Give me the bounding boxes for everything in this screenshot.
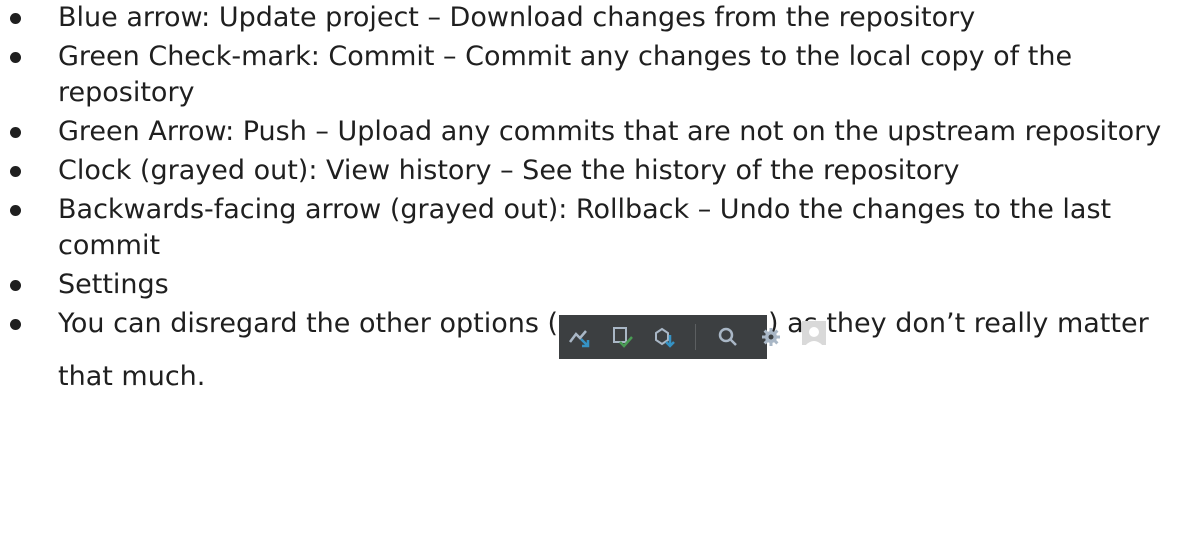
list-item: Green Check-mark: Commit – Commit any ch… bbox=[0, 39, 1198, 111]
bullet-dot bbox=[10, 166, 21, 177]
list-item: Settings bbox=[0, 267, 1198, 303]
push-arrow-icon bbox=[652, 315, 676, 359]
vcs-update-arrow-icon bbox=[567, 315, 591, 359]
bullet-dot bbox=[10, 127, 21, 138]
list-item: Blue arrow: Update project – Download ch… bbox=[0, 0, 1198, 36]
item-text: Backwards-facing arrow (grayed out): Rol… bbox=[58, 194, 1112, 261]
gear-icon bbox=[759, 315, 783, 359]
bullet-dot bbox=[10, 280, 21, 291]
bullet-dot bbox=[10, 319, 21, 330]
list-item: Backwards-facing arrow (grayed out): Rol… bbox=[0, 192, 1198, 264]
list-item: Green Arrow: Push – Upload any commits t… bbox=[0, 114, 1198, 150]
item-text-before: You can disregard the other options ( bbox=[58, 308, 559, 339]
bullet-dot bbox=[10, 52, 21, 63]
bullet-dot bbox=[10, 205, 21, 216]
commit-check-icon bbox=[610, 315, 634, 359]
item-text: Clock (grayed out): View history – See t… bbox=[58, 155, 960, 186]
item-text: Blue arrow: Update project – Download ch… bbox=[58, 2, 976, 33]
bullet-dot bbox=[10, 13, 21, 24]
item-text: Settings bbox=[58, 269, 169, 300]
search-icon bbox=[716, 315, 740, 359]
item-text: Green Check-mark: Commit – Commit any ch… bbox=[58, 41, 1073, 108]
bullet-list: Blue arrow: Update project – Download ch… bbox=[0, 0, 1198, 398]
list-item: Clock (grayed out): View history – See t… bbox=[0, 153, 1198, 189]
list-item: You can disregard the other options () … bbox=[0, 306, 1198, 395]
toolbar-separator bbox=[694, 324, 696, 350]
item-text: Green Arrow: Push – Upload any commits t… bbox=[58, 116, 1162, 147]
toolbar-screenshot bbox=[559, 315, 826, 359]
user-avatar-icon bbox=[801, 321, 826, 345]
